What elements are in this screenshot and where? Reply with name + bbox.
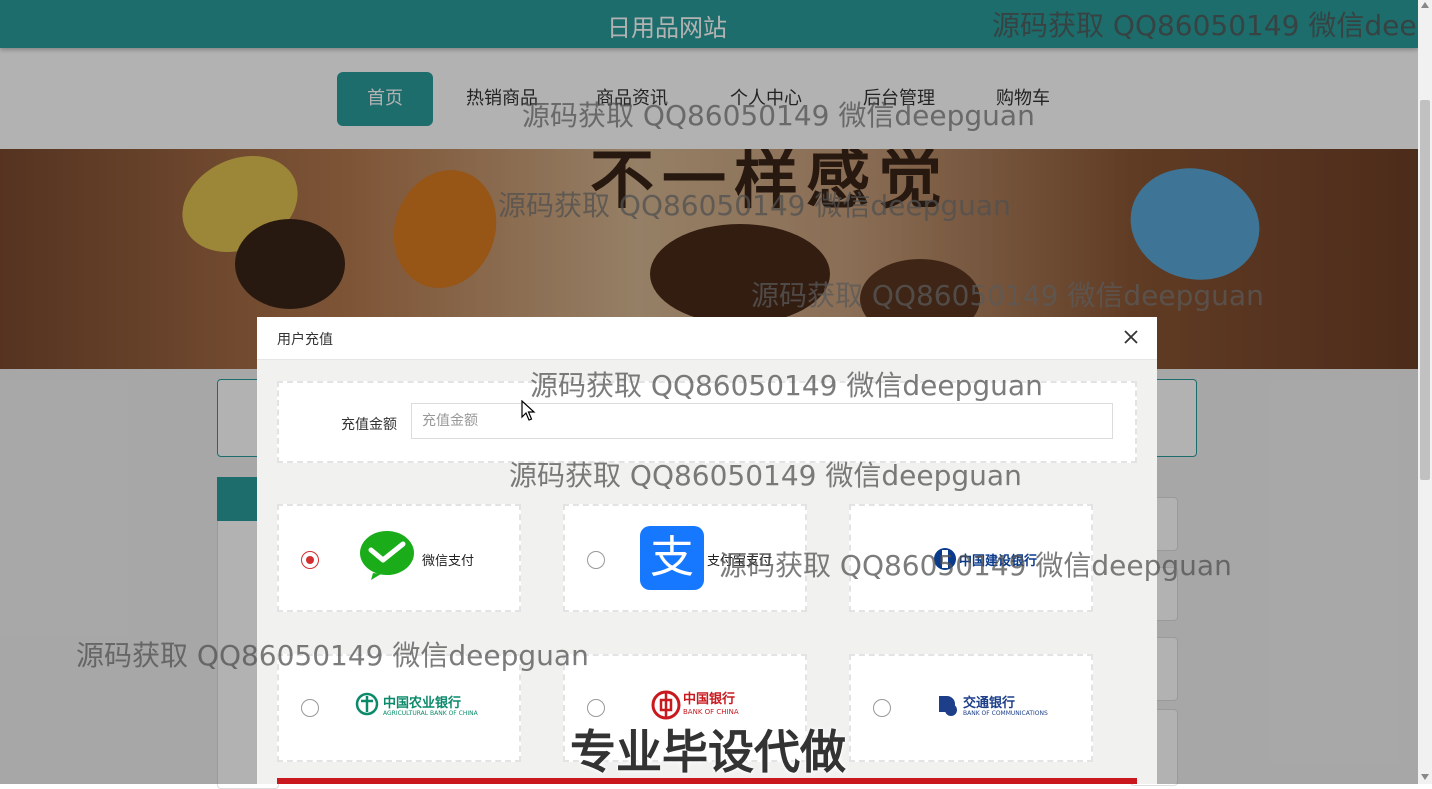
amount-input[interactable] <box>411 403 1113 439</box>
boc-english-name: BANK OF CHINA <box>683 708 739 716</box>
payment-option-ccb[interactable]: 中国建设银行 <box>849 504 1093 612</box>
boc-label: 中国银行 <box>683 692 736 707</box>
mouse-cursor-icon <box>521 400 536 421</box>
wechat-pay-icon <box>360 531 414 580</box>
alipay-label: 支付宝支付 <box>707 554 773 569</box>
amount-label: 充值金额 <box>341 417 397 433</box>
scroll-up-icon[interactable] <box>1421 2 1429 8</box>
bocom-english-name: BANK OF COMMUNICATIONS <box>963 710 1048 717</box>
payment-option-alipay[interactable]: 支 支付宝支付 <box>563 504 807 612</box>
radio-boc[interactable] <box>587 699 605 717</box>
dialog-title: 用户充值 <box>277 332 333 348</box>
abc-label: 中国农业银行 <box>383 696 462 711</box>
ccb-logo-icon <box>934 548 956 570</box>
page-scrollbar[interactable] <box>1418 0 1432 784</box>
ccb-label: 中国建设银行 <box>959 554 1038 569</box>
scroll-down-icon[interactable] <box>1421 774 1429 780</box>
submit-button[interactable] <box>277 778 1137 784</box>
abc-english-name: AGRICULTURAL BANK OF CHINA <box>383 710 478 717</box>
alipay-icon: 支 <box>640 526 704 590</box>
payment-option-wechat[interactable]: 微信支付 <box>277 504 521 612</box>
radio-alipay[interactable] <box>587 551 605 569</box>
radio-abc[interactable] <box>301 699 319 717</box>
dialog-header: 用户充值 <box>257 317 1157 360</box>
abc-logo-icon <box>355 692 379 716</box>
scrollbar-thumb[interactable] <box>1420 100 1430 480</box>
bocom-label: 交通银行 <box>963 696 1016 711</box>
radio-wechat[interactable] <box>301 551 319 569</box>
close-icon[interactable] <box>1121 327 1141 347</box>
payment-option-bocom[interactable]: 交通银行 BANK OF COMMUNICATIONS <box>849 654 1093 762</box>
payment-option-boc[interactable]: 中国银行 BANK OF CHINA <box>563 654 807 762</box>
recharge-dialog: 用户充值 充值金额 微信支付 支 支付宝支付 中国建设银行 <box>257 317 1157 784</box>
radio-bocom[interactable] <box>873 699 891 717</box>
bocom-logo-icon <box>939 696 957 716</box>
payment-option-abc[interactable]: 中国农业银行 AGRICULTURAL BANK OF CHINA <box>277 654 521 762</box>
boc-logo-icon <box>651 690 681 720</box>
amount-field-row: 充值金额 <box>277 381 1137 463</box>
wechat-pay-label: 微信支付 <box>422 554 475 569</box>
